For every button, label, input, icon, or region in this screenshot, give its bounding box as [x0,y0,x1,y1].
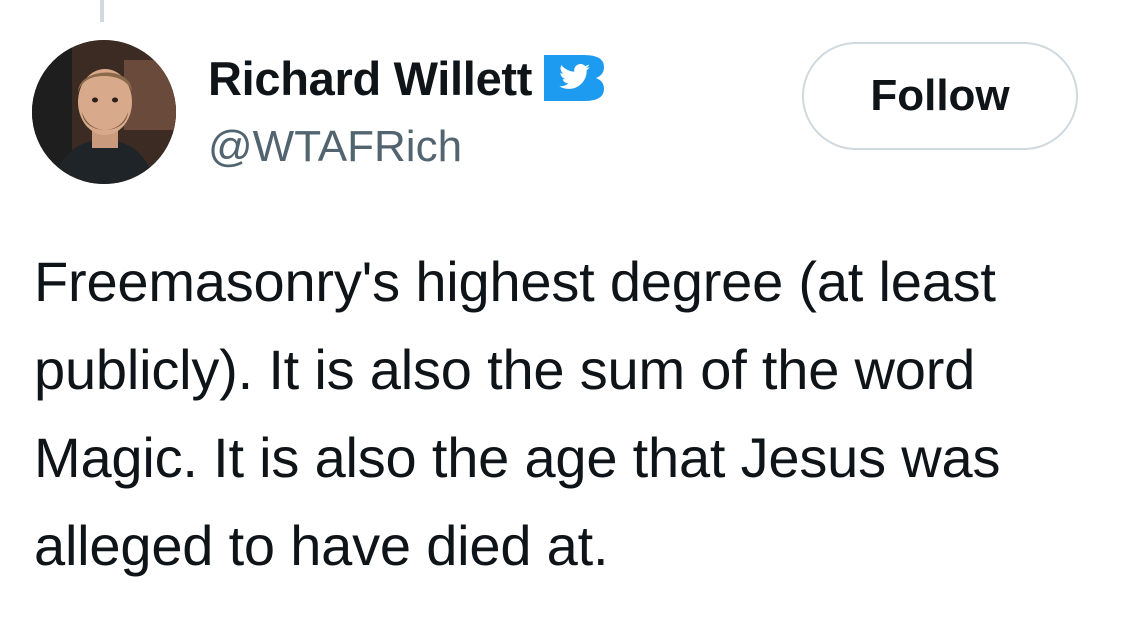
avatar-photo [32,40,176,184]
tweet-text-line: Magic. It is also the age that Jesus was [34,426,1001,489]
tweet-text-line: alleged to have died at. [34,514,609,577]
author-handle[interactable]: @WTAFRich [208,122,462,172]
tweet-text: Freemasonry's highest degree (at least p… [34,238,1114,590]
author-display-name[interactable]: Richard Willett [208,51,532,106]
verified-badge-icon[interactable] [544,53,606,103]
follow-button[interactable]: Follow [802,42,1078,150]
tweet-text-line: Freemasonry's highest degree (at least [34,250,996,313]
author-name-row: Richard Willett [208,48,606,108]
avatar[interactable] [32,40,176,184]
thread-connector-line [100,0,104,22]
tweet-text-line: publicly). It is also the sum of the wor… [34,338,976,401]
